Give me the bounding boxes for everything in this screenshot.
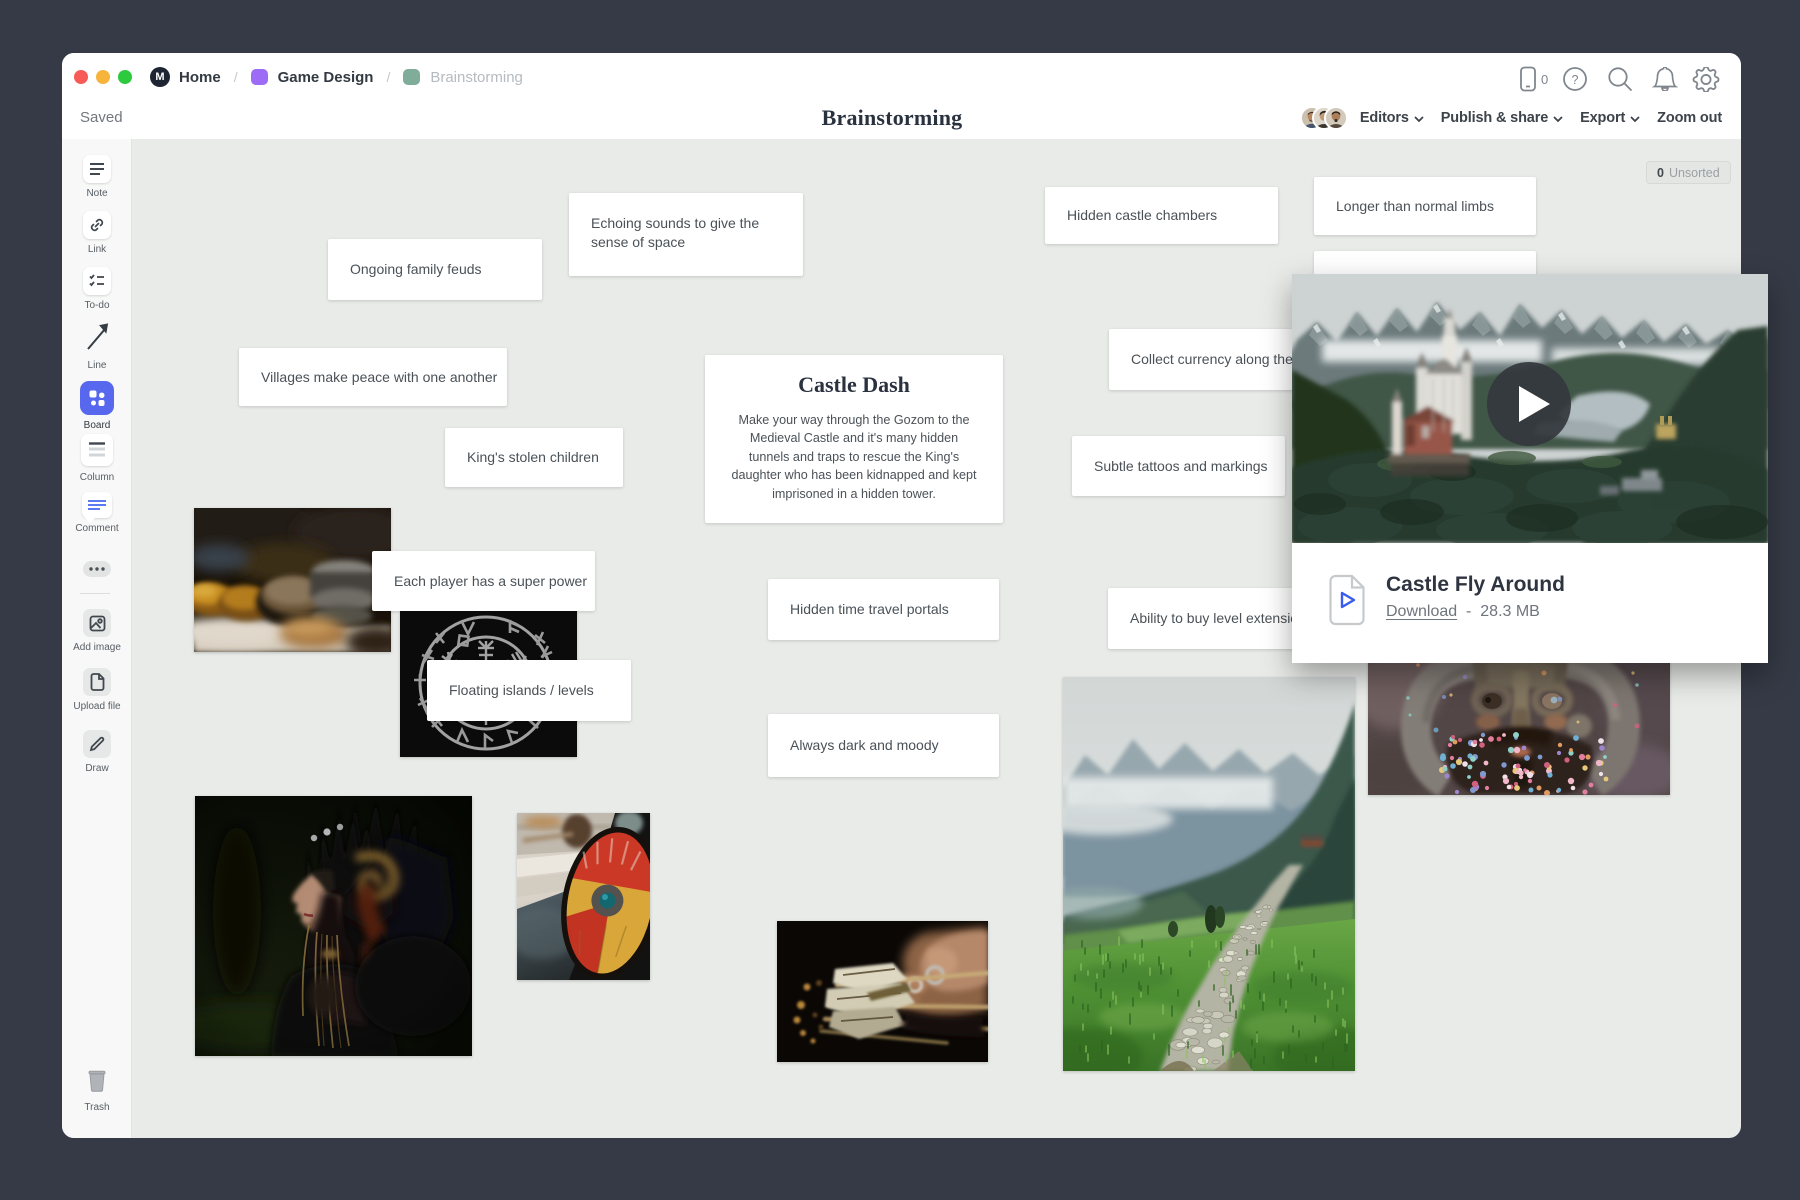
svg-text:?: ? xyxy=(1572,73,1579,87)
svg-text:0: 0 xyxy=(1541,72,1548,87)
